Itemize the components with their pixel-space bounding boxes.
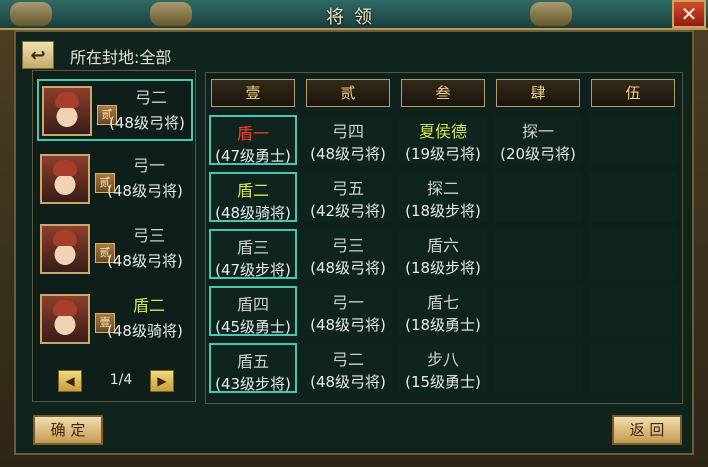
slot-general-level: (48级弓将) xyxy=(310,145,386,163)
general-level: (48级骑将) xyxy=(107,322,183,340)
general-card[interactable]: 贰弓三 (48级弓将) xyxy=(37,219,193,281)
slot-general-level: (19级弓将) xyxy=(405,145,481,163)
prev-page-button[interactable]: ◀ xyxy=(58,370,82,392)
grid-slot[interactable]: 盾三 (47级步将) xyxy=(209,229,297,279)
grid-slot[interactable]: 盾六 (18级步将) xyxy=(399,229,487,279)
slot-general-level: (18级步将) xyxy=(405,259,481,277)
general-level: (48级弓将) xyxy=(107,182,183,200)
slot-general-level: (47级步将) xyxy=(215,261,291,279)
grid-slot[interactable]: 弓三 (48级弓将) xyxy=(304,229,392,279)
general-level: (48级弓将) xyxy=(107,252,183,270)
slot-general-level: (48级骑将) xyxy=(215,204,291,222)
grid-slot[interactable]: 弓二 (48级弓将) xyxy=(304,343,392,393)
grid-slot[interactable] xyxy=(589,229,677,279)
fief-filter-label[interactable]: 所在封地:全部 xyxy=(70,44,171,68)
return-arrow-icon: ↩ xyxy=(30,44,46,66)
slot-general-name: 探一 xyxy=(521,122,554,141)
grid-slot[interactable] xyxy=(589,286,677,336)
formation-grid: 壹贰叁肆伍 盾一 (47级勇士) 弓四 (48级弓将) 夏侯德 (19级弓将) 探一 (20级… xyxy=(205,72,683,404)
column-header: 壹 xyxy=(211,79,295,107)
general-name: 盾二 xyxy=(133,296,166,315)
grid-slot[interactable]: 夏侯德 (19级弓将) xyxy=(399,115,487,165)
grid-slot[interactable]: 盾七 (18级勇士) xyxy=(399,286,487,336)
general-name: 弓一 xyxy=(133,156,166,175)
grid-slot[interactable]: 盾五 (43级步将) xyxy=(209,343,297,393)
grid-slot[interactable] xyxy=(494,286,582,336)
grid-slot[interactable]: 探一 (20级弓将) xyxy=(494,115,582,165)
slot-general-name: 弓三 xyxy=(331,236,364,255)
close-button[interactable]: ✕ xyxy=(672,0,706,28)
pagination: ◀ 1/4 ▶ xyxy=(58,370,184,392)
grid-slot[interactable] xyxy=(494,343,582,393)
slot-general-level: (45级勇士) xyxy=(215,318,291,336)
column-header: 叁 xyxy=(401,79,485,107)
slot-general-level: (48级弓将) xyxy=(310,373,386,391)
grid-slot[interactable]: 盾四 (45级勇士) xyxy=(209,286,297,336)
grid-slot[interactable] xyxy=(589,115,677,165)
slot-general-level: (15级勇士) xyxy=(405,373,481,391)
column-header: 肆 xyxy=(496,79,580,107)
general-level: (48级弓将) xyxy=(109,114,185,132)
grid-slot[interactable] xyxy=(589,172,677,222)
column-header: 贰 xyxy=(306,79,390,107)
slot-general-name: 盾五 xyxy=(236,352,269,371)
slot-general-name: 盾三 xyxy=(236,238,269,257)
slot-general-level: (48级弓将) xyxy=(310,316,386,334)
general-portrait xyxy=(42,86,92,136)
slot-general-level: (48级弓将) xyxy=(310,259,386,277)
slot-general-name: 盾一 xyxy=(236,124,269,143)
general-portrait xyxy=(40,224,90,274)
slot-general-name: 弓四 xyxy=(331,122,364,141)
grid-slot[interactable]: 探二 (18级步将) xyxy=(399,172,487,222)
slot-general-name: 盾七 xyxy=(426,293,459,312)
general-list-panel: 贰弓二 (48级弓将) 贰弓一 (48级弓将) 贰弓三 (48级弓将) 壹盾二 (48级骑将) xyxy=(32,70,196,402)
slot-general-level: (47级勇士) xyxy=(215,147,291,165)
page-indicator: 1/4 xyxy=(109,372,133,388)
grid-slot[interactable]: 步八 (15级勇士) xyxy=(399,343,487,393)
general-name: 弓二 xyxy=(135,88,168,107)
slot-general-name: 盾二 xyxy=(236,181,269,200)
window-title: 将领 xyxy=(326,7,382,28)
slot-general-name: 盾四 xyxy=(236,295,269,314)
general-card[interactable]: 贰弓二 (48级弓将) xyxy=(37,79,193,141)
general-portrait xyxy=(40,154,90,204)
general-card[interactable]: 贰弓一 (48级弓将) xyxy=(37,149,193,211)
grid-slot[interactable]: 弓一 (48级弓将) xyxy=(304,286,392,336)
slot-general-name: 步八 xyxy=(426,350,459,369)
slot-general-name: 弓五 xyxy=(331,179,364,198)
column-header: 伍 xyxy=(591,79,675,107)
general-name: 弓三 xyxy=(133,226,166,245)
grid-slot[interactable]: 盾二 (48级骑将) xyxy=(209,172,297,222)
grid-slot[interactable] xyxy=(494,172,582,222)
grid-slot[interactable] xyxy=(589,343,677,393)
slot-general-name: 弓二 xyxy=(331,350,364,369)
title-bar: 将领 ✕ xyxy=(0,0,708,30)
grid-slot[interactable]: 弓五 (42级弓将) xyxy=(304,172,392,222)
close-icon: ✕ xyxy=(680,2,698,26)
confirm-button[interactable]: 确 定 xyxy=(33,415,103,445)
general-portrait xyxy=(40,294,90,344)
right-arrow-icon: ▶ xyxy=(157,374,167,388)
grid-slot[interactable]: 弓四 (48级弓将) xyxy=(304,115,392,165)
left-arrow-icon: ◀ xyxy=(65,374,75,388)
slot-general-name: 盾六 xyxy=(426,236,459,255)
slot-general-level: (18级步将) xyxy=(405,202,481,220)
slot-general-level: (20级弓将) xyxy=(500,145,576,163)
general-card[interactable]: 壹盾二 (48级骑将) xyxy=(37,289,193,351)
slot-general-level: (43级步将) xyxy=(215,375,291,393)
slot-general-name: 夏侯德 xyxy=(418,122,467,141)
slot-general-level: (18级勇士) xyxy=(405,316,481,334)
grid-slot[interactable] xyxy=(494,229,582,279)
next-page-button[interactable]: ▶ xyxy=(150,370,174,392)
grid-slot[interactable]: 盾一 (47级勇士) xyxy=(209,115,297,165)
return-button[interactable]: 返 回 xyxy=(612,415,682,445)
slot-general-level: (42级弓将) xyxy=(310,202,386,220)
slot-general-name: 弓一 xyxy=(331,293,364,312)
back-button[interactable]: ↩ xyxy=(22,41,54,69)
slot-general-name: 探二 xyxy=(426,179,459,198)
